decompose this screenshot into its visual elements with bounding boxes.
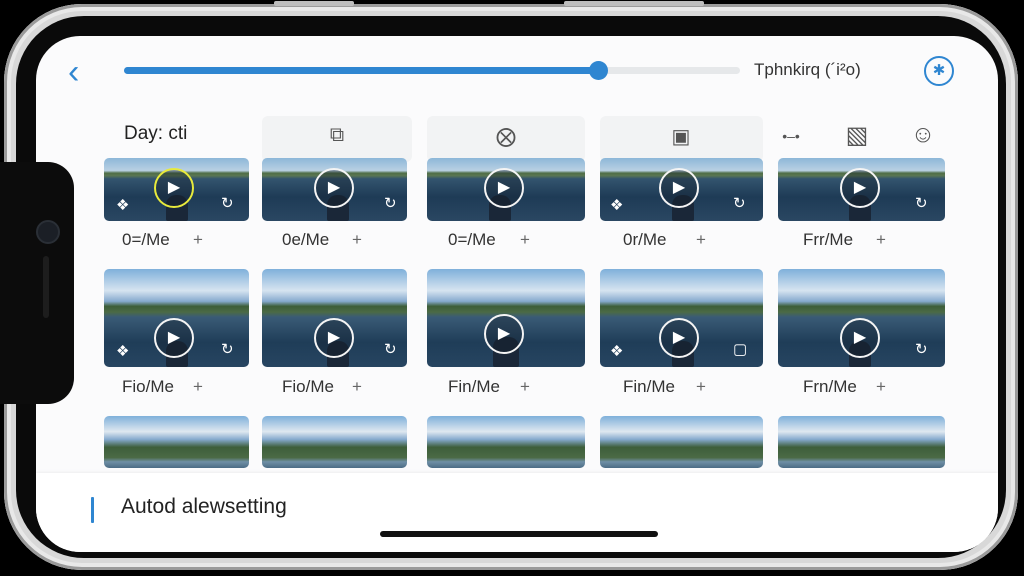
add-icon[interactable]: + — [876, 230, 886, 250]
add-icon[interactable]: + — [876, 377, 886, 397]
play-icon[interactable]: ▶ — [840, 318, 880, 358]
play-icon[interactable]: ▶ — [154, 168, 194, 208]
refresh-icon[interactable]: ↻ — [915, 340, 928, 358]
refresh-icon[interactable]: ↻ — [221, 340, 234, 358]
switch-tab-icon[interactable]: ⨂ — [491, 124, 521, 149]
progress-slider[interactable] — [124, 61, 740, 80]
bluetooth-icon[interactable]: ✱ — [924, 56, 954, 86]
add-icon[interactable]: + — [696, 377, 706, 397]
play-icon[interactable]: ▶ — [314, 318, 354, 358]
play-icon[interactable]: ▶ — [484, 314, 524, 354]
video-thumbnail[interactable] — [600, 416, 763, 468]
video-thumbnail[interactable]: ▶ — [427, 269, 585, 367]
back-button[interactable]: ‹ — [68, 55, 98, 89]
camera-tab-icon[interactable]: ⧉ — [322, 124, 352, 147]
clip-caption: Fin/Me — [448, 377, 500, 396]
front-camera-icon — [36, 220, 60, 244]
camera-notch — [0, 162, 74, 404]
video-thumbnail[interactable] — [262, 416, 407, 468]
play-icon[interactable]: ▶ — [840, 168, 880, 208]
text-cursor-icon — [91, 497, 94, 523]
clip-caption: Fin/Me — [623, 377, 675, 396]
video-thumbnail[interactable]: ▶ ↻ — [778, 158, 945, 221]
clip-caption: 0e/Me — [282, 230, 330, 249]
video-thumbnail[interactable]: ▶ — [427, 158, 585, 221]
dots-tab-icon[interactable]: •‒• — [776, 128, 806, 144]
video-thumbnail[interactable]: ▶ ↻ — [262, 269, 407, 367]
progress-fill — [124, 67, 599, 74]
speaker-grille — [43, 256, 49, 318]
clip-caption: Frn/Me — [803, 377, 857, 396]
chip-icon[interactable]: ▧ — [842, 121, 872, 150]
clip-caption: 0r/Me — [623, 230, 667, 249]
video-thumbnail[interactable] — [778, 416, 945, 468]
add-icon[interactable]: + — [352, 230, 362, 250]
refresh-icon[interactable]: ↻ — [384, 340, 397, 358]
bottom-setting-label[interactable]: Autod alewsetting — [121, 495, 287, 519]
bottom-bar: Autod alewsetting — [36, 473, 998, 552]
add-icon[interactable]: + — [352, 377, 362, 397]
progress-knob[interactable] — [589, 61, 609, 80]
video-thumbnail[interactable] — [104, 416, 249, 468]
gallery-icon: ❖ — [610, 197, 624, 214]
video-thumbnail[interactable]: ▶ ❖ ↻ — [600, 158, 763, 221]
clip-caption: Fio/Me — [122, 377, 174, 396]
add-icon[interactable]: + — [696, 230, 706, 250]
refresh-icon[interactable]: ↻ — [915, 194, 928, 212]
video-thumbnail[interactable]: ▶ ↻ — [778, 269, 945, 367]
side-button — [274, 1, 354, 6]
play-icon[interactable]: ▶ — [659, 318, 699, 358]
gallery-icon: ❖ — [116, 197, 130, 214]
play-icon[interactable]: ▶ — [154, 318, 194, 358]
clip-caption: 0=/Me — [122, 230, 170, 249]
add-icon[interactable]: + — [520, 230, 530, 250]
stop-icon[interactable]: ▢ — [733, 340, 747, 358]
video-thumbnail[interactable]: ▶ ↻ — [262, 158, 407, 221]
clip-caption: 0=/Me — [448, 230, 496, 249]
video-thumbnail[interactable]: ▶ ❖ ↻ — [104, 269, 249, 367]
profile-icon[interactable]: ☺ — [908, 121, 938, 149]
play-icon[interactable]: ▶ — [659, 168, 699, 208]
refresh-icon[interactable]: ↻ — [221, 194, 234, 212]
home-indicator[interactable] — [380, 531, 658, 537]
play-icon[interactable]: ▶ — [314, 168, 354, 208]
add-icon[interactable]: + — [193, 230, 203, 250]
clip-caption: Frr/Me — [803, 230, 854, 249]
play-icon[interactable]: ▶ — [484, 168, 524, 208]
video-thumbnail[interactable] — [427, 416, 585, 468]
video-thumbnail[interactable]: ▶ ❖ ▢ — [600, 269, 763, 367]
refresh-icon[interactable]: ↻ — [384, 194, 397, 212]
add-icon[interactable]: + — [193, 377, 203, 397]
side-button — [564, 1, 704, 6]
refresh-icon[interactable]: ↻ — [733, 194, 746, 212]
add-icon[interactable]: + — [520, 377, 530, 397]
day-label: Day: cti — [124, 123, 188, 144]
screen: ‹ Tphnkirq (´i²o) ✱ Day: cti ⧉ ⨂ ▣ •‒• ▧… — [36, 36, 998, 552]
clip-caption: Fio/Me — [282, 377, 334, 396]
gallery-icon: ❖ — [116, 343, 130, 360]
video-thumbnail[interactable]: ▶ ❖ ↻ — [104, 158, 249, 221]
status-text: Tphnkirq (´i²o) — [754, 60, 861, 79]
video-tab-icon[interactable]: ▣ — [666, 124, 696, 149]
gallery-icon: ❖ — [610, 343, 624, 360]
